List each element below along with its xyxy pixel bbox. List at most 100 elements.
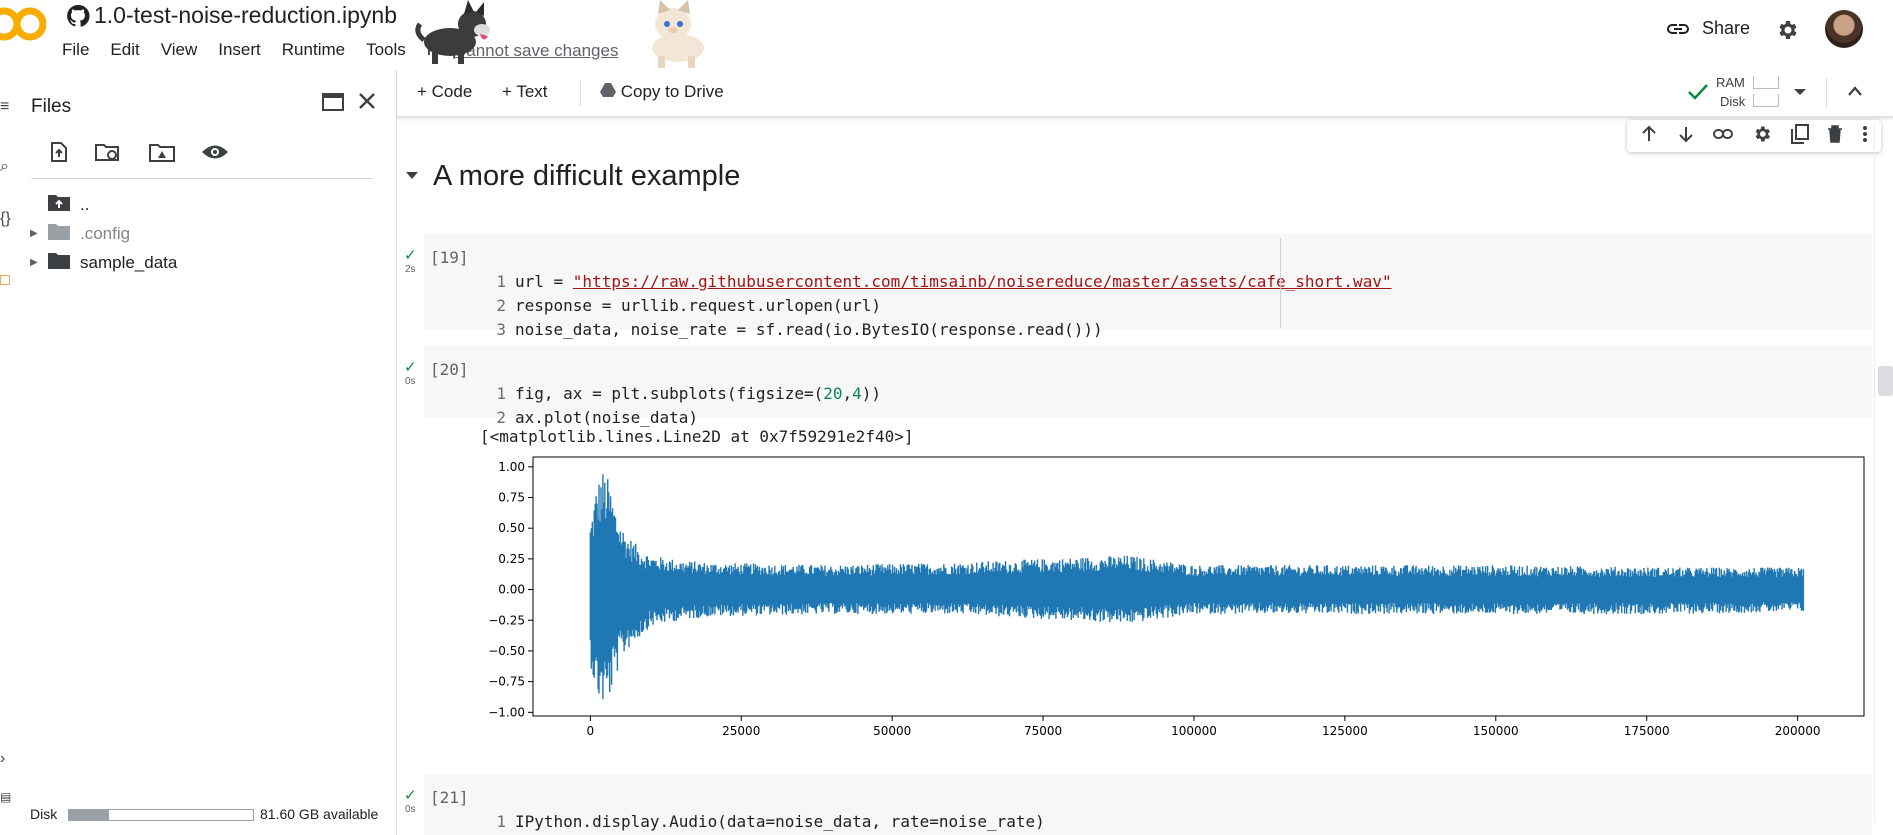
y-tick-label: −0.25 bbox=[488, 613, 525, 627]
disk-usage-fill bbox=[69, 810, 110, 820]
y-tick-label: 0.50 bbox=[498, 521, 525, 535]
ruler-line bbox=[1280, 238, 1281, 328]
link-icon bbox=[1667, 23, 1689, 34]
menu-item-edit[interactable]: Edit bbox=[110, 40, 139, 60]
cat-mascot bbox=[628, 0, 718, 75]
dog-mascot bbox=[410, 0, 505, 75]
code-line: 1 fig, ax = plt.subplots(figsize=(20,4)) bbox=[492, 382, 881, 406]
x-tick-label: 150000 bbox=[1473, 724, 1519, 738]
menu-item-file[interactable]: File bbox=[62, 40, 89, 60]
code-number: 20 bbox=[823, 384, 843, 403]
drive-icon bbox=[600, 82, 616, 101]
connected-check-icon bbox=[1687, 82, 1709, 107]
add-text-button[interactable]: + Text bbox=[502, 82, 548, 102]
expand-icon[interactable]: › bbox=[0, 750, 5, 768]
waveform-chart: 0 25000 50000 75000 100000 125000 150000 175000… bbox=[488, 456, 1865, 738]
upload-icon[interactable] bbox=[46, 140, 70, 169]
cell-settings-icon[interactable] bbox=[1752, 124, 1772, 149]
code-string-url[interactable]: "https://raw.githubusercontent.com/timsa… bbox=[573, 272, 1392, 291]
ram-label: RAM bbox=[1716, 75, 1745, 90]
scrollbar-track[interactable] bbox=[1874, 122, 1875, 822]
copy-to-drive-button[interactable]: Copy to Drive bbox=[600, 82, 724, 102]
search-icon[interactable]: ⌕ bbox=[0, 158, 9, 176]
close-icon[interactable] bbox=[356, 90, 378, 117]
expand-arrow-icon[interactable]: ▶ bbox=[30, 257, 48, 268]
y-tick-label: −1.00 bbox=[488, 705, 525, 719]
run-duration: 2s bbox=[405, 264, 416, 275]
tree-item-label: sample_data bbox=[80, 252, 178, 272]
tree-item-parent[interactable]: .. bbox=[30, 193, 89, 216]
files-pane-title: Files bbox=[31, 96, 72, 117]
folder-icon bbox=[48, 251, 70, 274]
disk-available-text: 81.60 GB available bbox=[260, 806, 379, 822]
section-collapse-icon[interactable] bbox=[404, 168, 420, 186]
terminal-icon[interactable]: ▤ bbox=[0, 790, 11, 804]
notebook-title[interactable]: 1.0-test-noise-reduction.ipynb bbox=[94, 2, 397, 29]
expand-arrow-icon[interactable]: ▶ bbox=[30, 228, 48, 239]
delete-icon[interactable] bbox=[1827, 124, 1843, 148]
code-text: url = bbox=[515, 272, 573, 291]
y-axis: −1.00 −0.75 −0.50 −0.25 0.00 0.25 0.50 0.75 1.00 bbox=[488, 460, 533, 719]
code-text: fig, ax = plt.subplots(figsize=( bbox=[515, 384, 824, 403]
refresh-folder-icon[interactable] bbox=[94, 140, 124, 169]
code-editor[interactable]: 1 fig, ax = plt.subplots(figsize=(20,4)) 2… bbox=[492, 358, 881, 430]
x-tick-label: 125000 bbox=[1322, 724, 1368, 738]
collapse-header-icon[interactable] bbox=[1847, 84, 1863, 102]
run-success-check-icon[interactable]: ✓ bbox=[404, 246, 417, 264]
code-number: 4 bbox=[852, 384, 862, 403]
scrollbar-thumb[interactable] bbox=[1878, 366, 1893, 396]
y-tick-label: 1.00 bbox=[498, 460, 525, 474]
files-icon[interactable]: □ bbox=[0, 272, 10, 290]
user-avatar[interactable] bbox=[1825, 10, 1863, 48]
tree-item-config[interactable]: ▶ .config bbox=[30, 222, 130, 245]
line-number: 1 bbox=[496, 812, 506, 831]
colab-logo[interactable] bbox=[0, 2, 46, 50]
files-toolbar bbox=[46, 140, 230, 169]
x-tick-label: 100000 bbox=[1171, 724, 1217, 738]
cell-toolbar bbox=[1627, 120, 1881, 152]
menu-item-tools[interactable]: Tools bbox=[366, 40, 406, 60]
add-code-button[interactable]: + Code bbox=[417, 82, 472, 102]
open-in-window-icon[interactable] bbox=[322, 92, 344, 117]
x-tick-label: 0 bbox=[587, 724, 595, 738]
y-tick-label: 0.25 bbox=[498, 552, 525, 566]
x-tick-label: 175000 bbox=[1624, 724, 1670, 738]
mirror-cell-icon[interactable] bbox=[1790, 123, 1809, 149]
cell-output-text: [<matplotlib.lines.Line2D at 0x7f59291e2… bbox=[480, 427, 914, 446]
toolbar-divider bbox=[580, 80, 581, 106]
mount-drive-icon[interactable] bbox=[148, 140, 176, 169]
disk-usage-label: Disk bbox=[30, 806, 58, 822]
settings-gear-icon[interactable] bbox=[1775, 18, 1799, 47]
line-number: 1 bbox=[496, 272, 506, 291]
menu-item-insert[interactable]: Insert bbox=[218, 40, 261, 60]
disk-resource-label: Disk bbox=[1720, 94, 1746, 109]
y-tick-label: 0.00 bbox=[498, 583, 525, 597]
code-editor[interactable]: 1 IPython.display.Audio(data=noise_data, … bbox=[492, 786, 1044, 834]
code-editor[interactable]: 1 url = "https://raw.githubusercontent.co… bbox=[492, 246, 1392, 342]
menu-item-view[interactable]: View bbox=[161, 40, 198, 60]
x-tick-label: 75000 bbox=[1024, 724, 1062, 738]
move-down-icon[interactable] bbox=[1677, 125, 1695, 148]
move-up-icon[interactable] bbox=[1640, 125, 1658, 148]
add-code-label: Code bbox=[431, 82, 473, 101]
menu-icon[interactable]: ≡ bbox=[0, 98, 9, 116]
github-icon bbox=[66, 4, 90, 28]
show-hidden-eye-icon[interactable] bbox=[200, 140, 230, 169]
menu-item-runtime[interactable]: Runtime bbox=[282, 40, 345, 60]
execution-count: [19] bbox=[430, 248, 469, 267]
y-tick-label: −0.50 bbox=[488, 644, 525, 658]
code-line: 1 url = "https://raw.githubusercontent.co… bbox=[492, 270, 1392, 294]
code-snippets-icon[interactable]: {} bbox=[0, 210, 11, 228]
run-duration: 0s bbox=[405, 804, 416, 815]
link-cell-icon[interactable] bbox=[1713, 127, 1734, 145]
left-sidebar-strip: ≡ ⌕ {} □ › ▤ bbox=[0, 70, 22, 835]
copy-to-drive-label: Copy to Drive bbox=[620, 82, 724, 101]
run-success-check-icon[interactable]: ✓ bbox=[404, 358, 417, 376]
tree-item-label: .config bbox=[80, 223, 131, 243]
code-text: response = urllib.request.urlopen(url) bbox=[515, 296, 882, 315]
run-success-check-icon[interactable]: ✓ bbox=[404, 786, 417, 804]
share-button[interactable]: Share bbox=[1666, 18, 1750, 39]
tree-item-sample-data[interactable]: ▶ sample_data bbox=[30, 251, 177, 274]
resources-dropdown-icon[interactable] bbox=[1793, 84, 1807, 102]
more-options-icon[interactable] bbox=[1862, 125, 1868, 148]
